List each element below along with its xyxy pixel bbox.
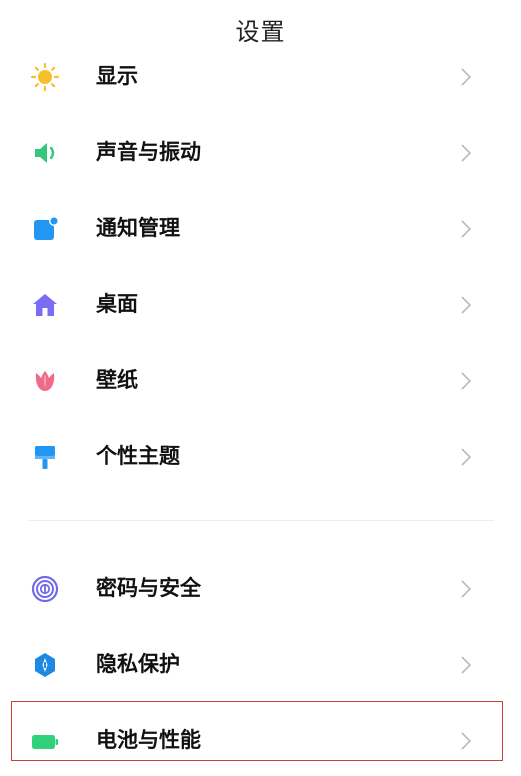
menu-item-battery-performance[interactable]: 电池与性能 (0, 708, 521, 772)
section-divider (28, 520, 494, 521)
chevron-right-icon (458, 218, 474, 240)
menu-item-home-screen[interactable]: 桌面 (0, 272, 521, 336)
chevron-right-icon (458, 730, 474, 752)
chevron-right-icon (458, 578, 474, 600)
menu-item-notification[interactable]: 通知管理 (0, 196, 521, 260)
speaker-icon (30, 138, 60, 168)
sun-icon (30, 62, 60, 92)
chevron-right-icon (458, 370, 474, 392)
chevron-right-icon (458, 654, 474, 676)
menu-item-wallpaper[interactable]: 壁纸 (0, 348, 521, 412)
menu-item-label: 壁纸 (96, 368, 138, 392)
chevron-right-icon (458, 294, 474, 316)
menu-item-sound-vibration[interactable]: 声音与振动 (0, 120, 521, 184)
menu-item-label: 声音与振动 (96, 140, 201, 164)
menu-item-label: 电池与性能 (96, 728, 201, 752)
menu-item-privacy[interactable]: 隐私保护 (0, 632, 521, 696)
menu-item-label: 桌面 (96, 292, 138, 316)
menu-item-label: 显示 (96, 64, 138, 88)
menu-item-label: 密码与安全 (96, 576, 201, 600)
notification-icon (30, 214, 60, 244)
paintbrush-icon (30, 442, 60, 472)
chevron-right-icon (458, 66, 474, 88)
menu-item-label: 通知管理 (96, 216, 180, 240)
battery-icon (30, 726, 60, 756)
page-title: 设置 (235, 18, 286, 46)
menu-item-themes[interactable]: 个性主题 (0, 424, 521, 488)
menu-item-label: 隐私保护 (96, 652, 180, 676)
chevron-right-icon (458, 446, 474, 468)
menu-item-label: 个性主题 (96, 444, 180, 468)
menu-item-display[interactable]: 显示 (0, 44, 521, 108)
menu-item-password-security[interactable]: 密码与安全 (0, 556, 521, 620)
home-icon (30, 290, 60, 320)
tulip-icon (30, 366, 60, 396)
privacy-shield-icon (30, 650, 60, 680)
chevron-right-icon (458, 142, 474, 164)
fingerprint-icon (30, 574, 60, 604)
